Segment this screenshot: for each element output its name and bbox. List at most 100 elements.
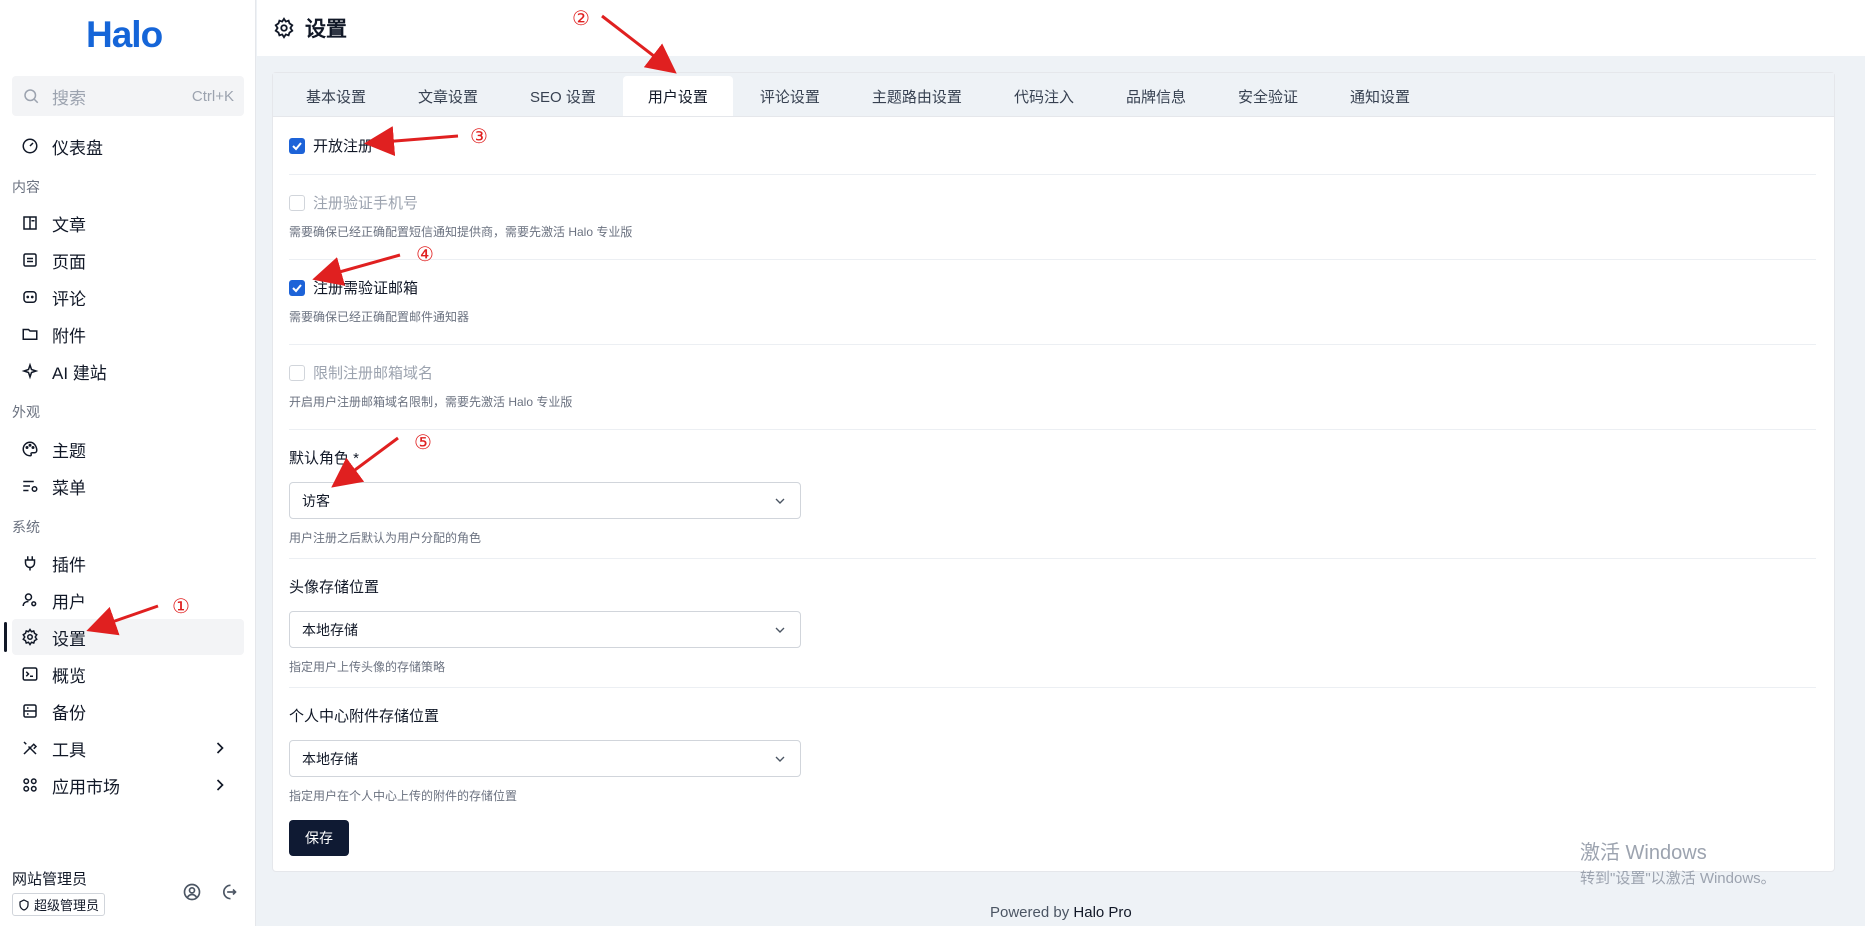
watermark-line-1: 激活 Windows (1580, 842, 1707, 864)
sidebar-item-label: 插件 (52, 555, 86, 575)
phone-verify-checkbox (289, 194, 305, 211)
sidebar-item-menus[interactable]: 菜单 (12, 468, 244, 504)
search-placeholder: 搜索 (52, 88, 86, 108)
tab-security[interactable]: 安全验证 (1213, 76, 1323, 116)
tab-post[interactable]: 文章设置 (393, 76, 503, 116)
chevron-down-icon (775, 756, 785, 762)
sidebar-item-label: 用户 (52, 592, 86, 612)
phone-verify-help: 需要确保已经正确配置短信通知提供商，需要先激活 Halo 专业版 (289, 225, 633, 239)
tab-user[interactable]: 用户设置 (622, 76, 733, 116)
page-header: 设置 (257, 0, 1865, 56)
email-domain-label: 限制注册邮箱域名 (313, 365, 434, 382)
email-verify-checkbox[interactable] (289, 279, 305, 296)
open-registration-row[interactable]: 开放注册 (289, 135, 1816, 156)
sidebar-item-plugins[interactable]: 插件 (12, 545, 244, 581)
center-storage-select[interactable]: 本地存储 (289, 740, 801, 777)
tab-comment[interactable]: 评论设置 (735, 76, 845, 116)
divider (289, 558, 1816, 559)
chevron-right-icon (216, 779, 224, 791)
current-user: 网站管理员 超级管理员 (12, 868, 106, 916)
default-role-value: 访客 (302, 492, 330, 509)
plug-icon (20, 553, 40, 573)
avatar-storage-select[interactable]: 本地存储 (289, 611, 801, 648)
shield-icon (19, 898, 29, 911)
sidebar-item-pages[interactable]: 页面 (12, 242, 244, 278)
halo-logo[interactable]: Halo (86, 14, 163, 56)
sidebar-item-settings[interactable]: 设置 (12, 619, 244, 655)
sidebar-item-users[interactable]: 用户 (12, 582, 244, 618)
email-verify-field: 注册需验证邮箱 需要确保已经正确配置邮件通知器 (289, 277, 1816, 325)
annotation-marker-2: ② (572, 8, 590, 30)
sidebar-item-label: 设置 (52, 629, 86, 649)
open-registration-label: 开放注册 (313, 138, 374, 155)
email-domain-row: 限制注册邮箱域名 (289, 362, 1816, 383)
comment-icon (20, 287, 40, 307)
divider (289, 174, 1816, 175)
gear-icon (274, 17, 294, 39)
sidebar-item-themes[interactable]: 主题 (12, 431, 244, 467)
search-box[interactable]: 搜索 Ctrl+K (12, 76, 244, 116)
sidebar-item-backup[interactable]: 备份 (12, 693, 244, 729)
annotation-marker-4: ④ (416, 244, 434, 266)
role-badge-label: 超级管理员 (34, 898, 100, 913)
search-shortcut: Ctrl+K (191, 87, 234, 105)
avatar-storage-label: 头像存储位置 (289, 579, 380, 596)
open-registration-field: 开放注册 (289, 135, 1816, 156)
database-icon (20, 701, 40, 721)
watermark-line-2: 转到"设置"以激活 Windows。 (1580, 870, 1776, 887)
sidebar-item-label: 附件 (52, 326, 86, 346)
tab-brand[interactable]: 品牌信息 (1101, 76, 1211, 116)
sidebar-item-label: 概览 (52, 666, 86, 686)
tab-seo[interactable]: SEO 设置 (505, 76, 621, 116)
sidebar-item-overview[interactable]: 概览 (12, 656, 244, 692)
sidebar-item-label: 应用市场 (52, 777, 120, 797)
palette-icon (20, 439, 40, 459)
sidebar-item-attachments[interactable]: 附件 (12, 316, 244, 352)
windows-activation-watermark: 激活 Windows 转到"设置"以激活 Windows。 (1580, 836, 1776, 888)
check-icon (292, 283, 302, 292)
group-appearance-label: 外观 (12, 404, 40, 420)
tab-code-inject[interactable]: 代码注入 (989, 76, 1099, 116)
group-content-label: 内容 (12, 179, 40, 195)
chevron-down-icon (775, 627, 785, 633)
open-registration-checkbox[interactable] (289, 137, 305, 154)
sidebar-item-label: 备份 (52, 703, 86, 723)
sidebar-item-ai[interactable]: AI 建站 (12, 353, 244, 389)
powered-by-brand: Halo Pro (1073, 904, 1132, 921)
user-name: 网站管理员 (12, 871, 88, 888)
sidebar-item-posts[interactable]: 文章 (12, 205, 244, 241)
tab-basic[interactable]: 基本设置 (281, 76, 391, 116)
sidebar-item-tools[interactable]: 工具 (12, 730, 244, 766)
tab-theme-route[interactable]: 主题路由设置 (847, 76, 987, 116)
settings-tabs: 基本设置 文章设置 SEO 设置 用户设置 评论设置 主题路由设置 代码注入 品… (273, 73, 1834, 117)
search-icon (24, 89, 39, 104)
menu-settings-icon (20, 476, 40, 496)
annotation-marker-3: ③ (470, 126, 488, 148)
sidebar-item-label: 菜单 (52, 478, 86, 498)
phone-verify-label: 注册验证手机号 (313, 195, 419, 212)
profile-icon[interactable] (182, 882, 202, 902)
avatar-storage-field: 头像存储位置 本地存储 指定用户上传头像的存储策略 (289, 576, 1816, 675)
gear-icon (20, 627, 40, 647)
page-icon (20, 250, 40, 270)
tab-notification[interactable]: 通知设置 (1325, 76, 1435, 116)
logout-icon[interactable] (218, 882, 238, 902)
default-role-field: 默认角色 * 访客 用户注册之后默认为用户分配的角色 (289, 447, 1816, 546)
email-verify-row[interactable]: 注册需验证邮箱 (289, 277, 1816, 298)
chevron-right-icon (216, 742, 224, 754)
save-button[interactable]: 保存 (289, 820, 349, 856)
sidebar-item-comments[interactable]: 评论 (12, 279, 244, 315)
sidebar-item-market[interactable]: 应用市场 (12, 767, 244, 803)
book-icon (20, 213, 40, 233)
sidebar-item-label: 页面 (52, 252, 86, 272)
default-role-select[interactable]: 访客 (289, 482, 801, 519)
email-domain-checkbox (289, 364, 305, 381)
page-title: 设置 (305, 18, 347, 41)
sidebar-item-label: 评论 (52, 289, 86, 309)
sidebar-item-dashboard[interactable]: 仪表盘 (12, 128, 244, 164)
grid-icon (20, 775, 40, 795)
settings-card: 基本设置 文章设置 SEO 设置 用户设置 评论设置 主题路由设置 代码注入 品… (272, 72, 1835, 872)
email-verify-label: 注册需验证邮箱 (313, 280, 419, 297)
annotation-marker-1: ① (172, 596, 190, 618)
role-badge: 超级管理员 (12, 893, 106, 916)
